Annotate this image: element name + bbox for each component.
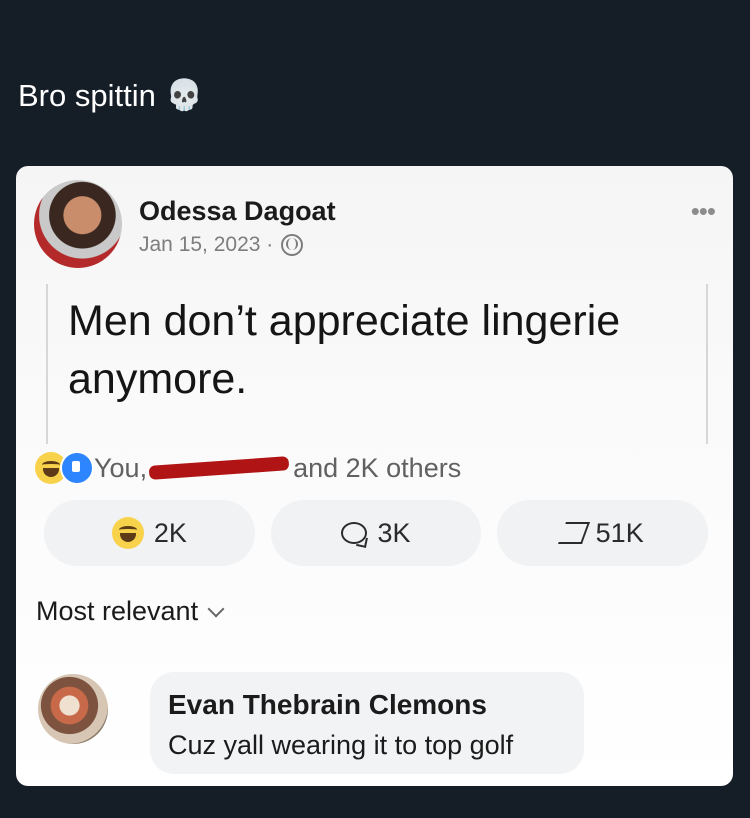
reaction-suffix: and 2K others [293, 452, 462, 483]
tweet-caption: Bro spittin 💀 [18, 78, 203, 114]
commenter-name[interactable]: Evan Thebrain Clemons [168, 690, 566, 720]
chevron-down-icon [207, 600, 225, 618]
like-icon [60, 451, 94, 485]
share-icon [557, 522, 590, 544]
comment-text: Cuz yall wearing it to top golf [168, 730, 514, 760]
caption-text: Bro spittin [18, 78, 156, 113]
comment-sort-dropdown[interactable]: Most relevant [36, 596, 225, 627]
post-body: Men don’t appreciate lingerie anymore. [46, 284, 708, 444]
redaction-mark [148, 456, 290, 480]
post-meta: Jan 15, 2023 · [139, 233, 304, 257]
comment-count: 3K [377, 517, 411, 548]
share-count: 51K [595, 517, 644, 548]
post-date: Jan 15, 2023 · [139, 233, 274, 256]
comment-button[interactable]: 3K [270, 500, 482, 566]
author-name[interactable]: Odessa Dagoat [139, 196, 336, 227]
reaction-button[interactable]: 2K [44, 500, 255, 566]
reaction-summary[interactable]: You, and 2K others [35, 448, 461, 488]
commenter-avatar[interactable] [38, 674, 108, 744]
comment-icon [341, 522, 368, 544]
post-text: Men don’t appreciate lingerie anymore. [68, 297, 621, 403]
globe-icon [281, 234, 304, 256]
comment-bubble: Evan Thebrain Clemons Cuz yall wearing i… [150, 672, 584, 774]
reaction-count: 2K [153, 517, 187, 548]
post-actions: 2K 3K 51K [44, 500, 709, 566]
avatar[interactable] [34, 180, 122, 268]
haha-icon [111, 517, 144, 549]
facebook-post-screenshot: Odessa Dagoat Jan 15, 2023 · ••• Men don… [16, 166, 733, 786]
more-icon[interactable]: ••• [691, 196, 716, 227]
sort-label: Most relevant [36, 596, 199, 626]
share-button[interactable]: 51K [497, 500, 709, 566]
reaction-prefix: You, [94, 452, 148, 483]
skull-icon: 💀 [165, 79, 204, 112]
